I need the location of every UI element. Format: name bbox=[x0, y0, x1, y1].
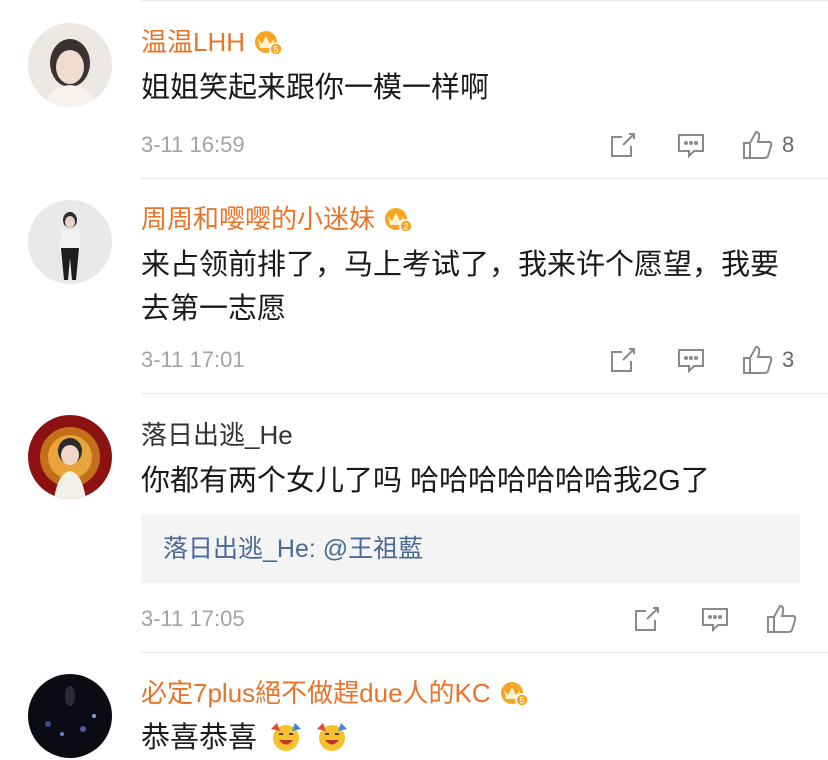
svg-text:5: 5 bbox=[274, 45, 279, 55]
comment-button[interactable] bbox=[677, 131, 705, 159]
share-button[interactable] bbox=[633, 605, 661, 633]
vip-crown-icon: 2 bbox=[385, 208, 413, 233]
vip-crown-icon: 5 bbox=[255, 31, 283, 56]
share-icon bbox=[611, 133, 635, 157]
comment-text: 姐姐笑起来跟你一模一样啊 bbox=[141, 72, 490, 104]
thumbs-up-icon bbox=[743, 130, 773, 159]
avatar[interactable] bbox=[28, 674, 112, 758]
like-button[interactable]: 8 bbox=[742, 130, 794, 160]
comment-divider bbox=[141, 178, 828, 179]
comment-divider bbox=[141, 652, 828, 653]
vip-crown-icon: 5 bbox=[500, 682, 529, 707]
share-button[interactable] bbox=[609, 131, 637, 159]
avatar[interactable] bbox=[28, 23, 112, 107]
timestamp: 3-11 16:59 bbox=[141, 132, 245, 157]
username[interactable]: 落日出逃_He bbox=[141, 419, 293, 451]
avatar[interactable] bbox=[28, 200, 112, 284]
comment-text: 你都有两个女儿了吗 哈哈哈哈哈哈哈我2G了 bbox=[141, 465, 710, 497]
comment-icon bbox=[678, 349, 704, 374]
thumbs-up-icon bbox=[743, 345, 773, 374]
comment-text: 恭喜恭喜 bbox=[141, 716, 801, 760]
svg-text:5: 5 bbox=[519, 696, 524, 706]
username[interactable]: 周周和嘤嘤的小迷妹 2 bbox=[141, 203, 413, 235]
timestamp: 3-11 17:01 bbox=[141, 347, 245, 372]
comment-button[interactable] bbox=[701, 605, 729, 633]
top-divider bbox=[141, 0, 828, 1]
reply-preview[interactable]: 落日出逃_He: @王祖藍 bbox=[141, 515, 800, 583]
svg-text:2: 2 bbox=[404, 222, 409, 232]
share-icon bbox=[635, 607, 659, 631]
share-button[interactable] bbox=[609, 346, 637, 374]
cheering-emoji-icon bbox=[271, 723, 302, 751]
comment-button[interactable] bbox=[677, 346, 705, 374]
like-button[interactable]: 3 bbox=[742, 345, 794, 375]
avatar[interactable] bbox=[28, 415, 112, 499]
comment-icon bbox=[702, 608, 728, 633]
like-button[interactable] bbox=[766, 604, 806, 634]
share-icon bbox=[611, 348, 635, 372]
username[interactable]: 必定7plus絕不做趕due人的KC 5 bbox=[141, 677, 529, 709]
username-text: 落日出逃_He bbox=[141, 420, 293, 450]
comment-text: 来占领前排了，马上考试了，我来许个愿望，我要去第一志愿 bbox=[141, 249, 780, 325]
comment-icon bbox=[678, 134, 704, 159]
username[interactable]: 温温LHH 5 bbox=[141, 26, 283, 58]
username-text: 周周和嘤嘤的小迷妹 bbox=[141, 204, 376, 234]
like-count: 8 bbox=[782, 132, 795, 157]
username-text: 温温LHH bbox=[141, 27, 246, 57]
comment-text-content: 恭喜恭喜 bbox=[141, 722, 258, 754]
cheering-emoji-icon bbox=[317, 723, 348, 751]
timestamp: 3-11 17:05 bbox=[141, 606, 245, 631]
like-count: 3 bbox=[782, 347, 795, 372]
reply-text[interactable]: 落日出逃_He: @王祖藍 bbox=[163, 533, 423, 565]
thumbs-up-icon bbox=[767, 604, 797, 633]
comment-divider bbox=[141, 393, 828, 394]
username-text: 必定7plus絕不做趕due人的KC bbox=[141, 678, 491, 708]
